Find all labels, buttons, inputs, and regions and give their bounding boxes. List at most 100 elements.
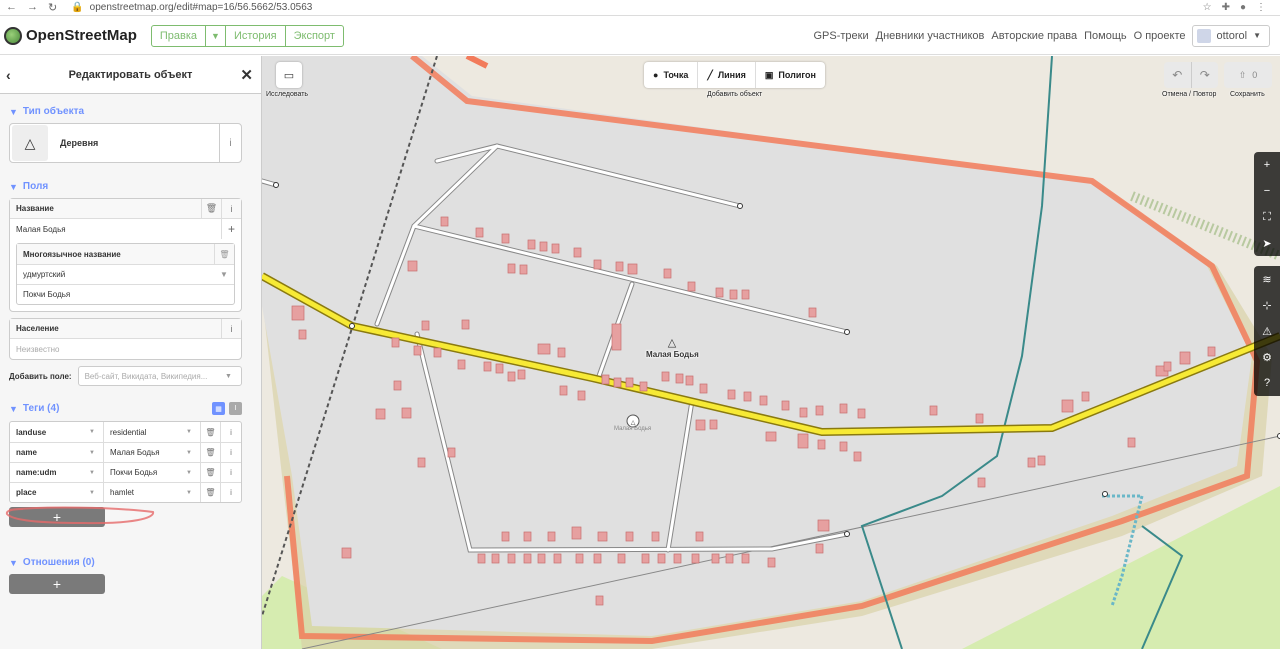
reload-icon[interactable]: ↻ (48, 1, 57, 14)
tag-value-input[interactable]: hamlet ▼ (104, 483, 201, 502)
tag-key-input[interactable]: place ▼ (10, 483, 104, 502)
tag-row: name ▼ Малая Бодья ▼ 🗑 i (10, 442, 241, 462)
inspect-icon[interactable]: ▭ (276, 62, 302, 88)
trash-icon[interactable]: 🗑 (201, 443, 221, 462)
export-button[interactable]: Экспорт (286, 26, 343, 46)
localized-name-input[interactable]: Покчи Бодья (17, 284, 234, 304)
back-icon[interactable]: ‹ (6, 67, 11, 83)
link-gps-traces[interactable]: GPS-треки (814, 30, 869, 42)
inspector-header: ‹ Редактировать объект ✕ (0, 56, 261, 94)
field-population-label-row: Население i (10, 319, 241, 339)
tag-key-input[interactable]: landuse ▼ (10, 422, 104, 442)
back-arrow-icon[interactable]: ← (6, 1, 17, 14)
multilingual-label-row: Многоязычное название 🗑 (17, 244, 234, 264)
map-data-icon[interactable]: ⊹ (1254, 292, 1280, 318)
profile-icon[interactable]: ● (1240, 2, 1246, 13)
edit-button[interactable]: Правка (152, 25, 207, 46)
add-field-row: Добавить поле: Веб-сайт, Викидата, Викип… (9, 366, 242, 386)
history-button[interactable]: История (226, 25, 286, 46)
multilingual-label: Многоязычное название (23, 249, 121, 259)
locate-icon[interactable]: ➤ (1254, 230, 1280, 256)
info-icon[interactable]: i (221, 199, 241, 218)
population-input[interactable]: Неизвестно (10, 339, 241, 359)
star-icon[interactable]: ☆ (1203, 2, 1212, 13)
forward-arrow-icon[interactable]: → (27, 1, 38, 14)
zoom-to-selection-icon[interactable]: ⛶ (1254, 204, 1280, 230)
undo-redo-caption: Отмена / Повтор (1162, 91, 1217, 98)
area-icon: ▣ (764, 69, 774, 80)
trash-icon[interactable]: 🗑 (201, 483, 221, 502)
section-preset[interactable]: ▼ Тип объекта (9, 106, 252, 117)
close-icon[interactable]: ✕ (240, 66, 253, 84)
osm-logo[interactable]: OpenStreetMap (4, 26, 137, 45)
area-label: Полигон (778, 70, 816, 80)
osm-header: OpenStreetMap Правка ▼ История Экспорт G… (0, 17, 1280, 55)
section-fields[interactable]: ▼ Поля (9, 181, 252, 192)
info-icon[interactable]: i (221, 443, 241, 462)
edit-dropdown-icon[interactable]: ▼ (206, 25, 226, 46)
field-name-label-row: Название 🗑 i (10, 199, 241, 219)
preferences-icon[interactable]: ⚙ (1254, 344, 1280, 370)
add-feature-caption: Добавить объект (707, 91, 763, 98)
language-select[interactable]: удмуртский ▼ (17, 264, 234, 284)
add-line-button[interactable]: ╱ Линия (698, 62, 756, 88)
add-area-button[interactable]: ▣ Полигон (756, 62, 825, 88)
plus-icon[interactable]: + (221, 219, 241, 239)
tag-row: name:udm ▼ Покчи Бодья ▼ 🗑 i (10, 462, 241, 482)
zoom-in-icon[interactable]: + (1254, 152, 1280, 178)
trash-icon[interactable]: 🗑 (214, 244, 234, 264)
section-relations[interactable]: ▼ Отношения (0) (9, 557, 252, 568)
population-label: Население (16, 324, 59, 333)
extension-icon[interactable]: ✚ (1222, 2, 1230, 13)
link-about[interactable]: О проекте (1134, 30, 1186, 42)
map-canvas[interactable]: △ △ ▭ Исследовать ● Точка ╱ Линия ▣ Полигон… (262, 56, 1280, 649)
tag-value-input[interactable]: residential ▼ (104, 422, 201, 442)
save-button[interactable]: ⇧ 0 (1224, 62, 1272, 88)
chevron-down-icon: ▼ (9, 557, 18, 568)
add-field-input[interactable]: Веб-сайт, Викидата, Википедия... ▼ (77, 366, 242, 386)
trash-icon[interactable]: 🗑 (201, 199, 221, 218)
list-view-icon[interactable]: ▦ (212, 402, 225, 415)
chevron-down-icon: ▼ (9, 403, 18, 414)
tags-toggle[interactable]: ▼ Теги (4) (9, 403, 59, 414)
tag-value-input[interactable]: Малая Бодья ▼ (104, 443, 201, 462)
text-view-icon[interactable]: I (229, 402, 242, 415)
chevron-down-icon: ▼ (89, 469, 95, 476)
menu-icon[interactable]: ⋮ (1256, 2, 1266, 13)
name-input[interactable]: Малая Бодья + (10, 219, 241, 239)
info-icon[interactable]: i (221, 319, 241, 338)
user-menu[interactable]: ottorol ▼ (1191, 24, 1270, 47)
info-icon[interactable]: i (221, 422, 241, 442)
chevron-down-icon: ▼ (89, 429, 95, 435)
layers-icon[interactable]: ≋ (1254, 266, 1280, 292)
trash-icon[interactable]: 🗑 (201, 463, 221, 482)
tag-key-input[interactable]: name ▼ (10, 443, 104, 462)
info-icon[interactable]: i (221, 483, 241, 502)
save-count: 0 (1252, 70, 1258, 80)
redo-icon[interactable]: ↷ (1192, 62, 1219, 88)
trash-icon[interactable]: 🗑 (201, 422, 221, 442)
chevron-down-icon: ▼ (186, 469, 192, 476)
info-icon[interactable]: i (219, 124, 241, 162)
address-bar[interactable]: 🔒 openstreetmap.org/edit#map=16/56.5662/… (71, 2, 312, 13)
add-relation-button[interactable]: + (9, 574, 105, 594)
red-ink-annotation (5, 506, 154, 525)
tag-key-input[interactable]: name:udm ▼ (10, 463, 104, 482)
add-point-button[interactable]: ● Точка (644, 62, 699, 88)
language-value: удмуртский (23, 270, 66, 279)
link-help[interactable]: Помощь (1084, 30, 1127, 42)
tag-value-input[interactable]: Покчи Бодья ▼ (104, 463, 201, 482)
tag-row: landuse ▼ residential ▼ 🗑 i (10, 422, 241, 442)
help-icon[interactable]: ? (1254, 370, 1280, 396)
link-copyright[interactable]: Авторские права (991, 30, 1077, 42)
undo-icon[interactable]: ↶ (1164, 62, 1192, 88)
population-placeholder: Неизвестно (16, 344, 60, 354)
link-diaries[interactable]: Дневники участников (876, 30, 985, 42)
info-icon[interactable]: i (221, 463, 241, 482)
section-tags: ▼ Теги (4) ▦ I (9, 402, 242, 415)
village-label: Малая Бодья (646, 350, 699, 359)
zoom-out-icon[interactable]: − (1254, 178, 1280, 204)
preset-selector[interactable]: △ Деревня i (9, 123, 242, 163)
issues-icon[interactable]: ⚠ (1254, 318, 1280, 344)
tag-key: place (16, 488, 37, 497)
